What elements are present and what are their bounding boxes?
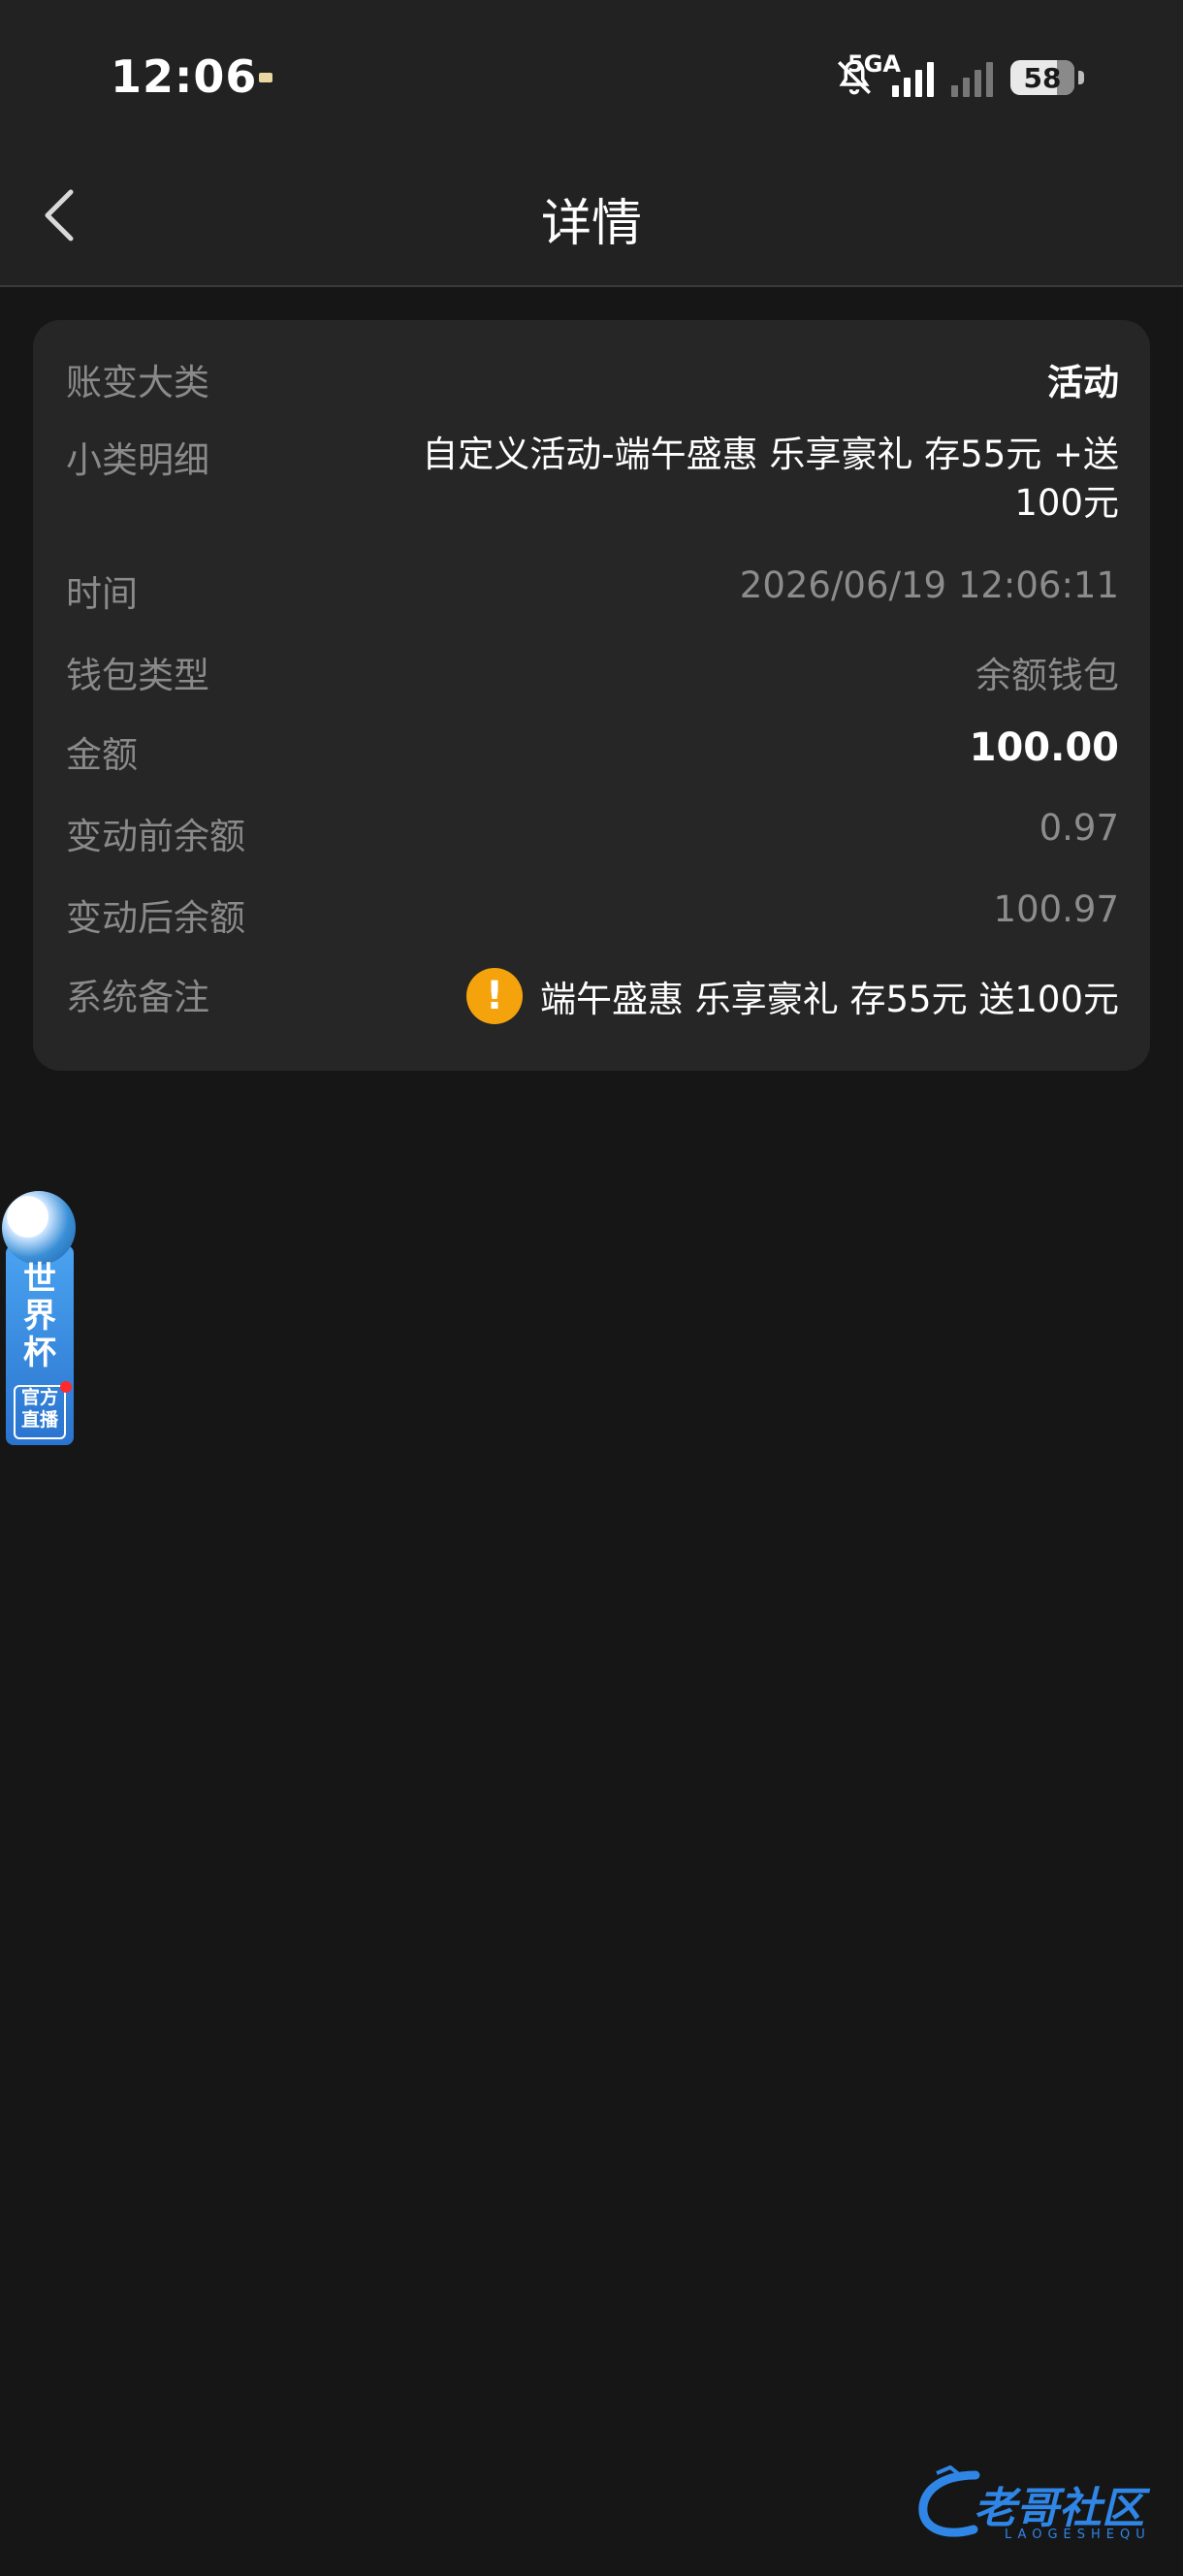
detail-row-time: 时间 2026/06/19 12:06:11 [66, 564, 1119, 617]
detail-value: 端午盛惠 乐享豪礼 存55元 送100元 [540, 979, 1119, 1020]
battery-indicator: 58 [1010, 60, 1084, 95]
signal-secondary-icon [951, 58, 993, 97]
detail-label: 金额 [66, 734, 138, 776]
detail-label: 账变大类 [66, 362, 209, 403]
detail-value: 活动 [1047, 362, 1119, 403]
detail-row-wallet: 钱包类型 余额钱包 [66, 646, 1119, 698]
warning-icon: ! [466, 968, 523, 1024]
detail-label: 变动后余额 [66, 897, 245, 939]
world-cup-floating-button[interactable]: 世界杯 官方直播 [2, 1191, 78, 1445]
battery-level: 58 [1023, 61, 1062, 94]
watermark-logo: 老哥社区 LAOGESHEQU [917, 2465, 1167, 2549]
detail-value: 余额钱包 [975, 655, 1119, 696]
detail-value: 自定义活动-端午盛惠 乐享豪礼 存55元 +送100元 [422, 434, 1119, 524]
remark-value-group: ! 端午盛惠 乐享豪礼 存55元 送100元 [466, 968, 1119, 1024]
status-icons: 58 [834, 54, 1084, 101]
status-time: 12:06 [111, 50, 258, 103]
widget-title: 世界杯 [23, 1260, 56, 1372]
watermark-subtext: LAOGESHEQU [1005, 2528, 1151, 2542]
detail-row-remark: 系统备注 ! 端午盛惠 乐享豪礼 存55元 送100元 [66, 968, 1119, 1024]
header-bar: 详情 [0, 145, 1183, 287]
detail-row-category: 账变大类 活动 [66, 353, 1119, 405]
detail-label: 变动前余额 [66, 816, 245, 857]
detail-row-balance-after: 变动后余额 100.97 [66, 888, 1119, 941]
detail-card: 账变大类 活动 小类明细 自定义活动-端午盛惠 乐享豪礼 存55元 +送100元… [33, 320, 1150, 1071]
detail-label: 小类明细 [66, 439, 209, 481]
detail-value: 0.97 [1039, 807, 1119, 849]
detail-value: 2026/06/19 12:06:11 [739, 564, 1119, 606]
detail-row-subcategory: 小类明细 自定义活动-端午盛惠 乐享豪礼 存55元 +送100元 [66, 431, 1119, 528]
detail-label: 时间 [66, 573, 138, 615]
detail-label: 钱包类型 [66, 655, 209, 696]
detail-label: 系统备注 [66, 977, 209, 1018]
live-dot [60, 1381, 72, 1393]
soccer-ball-icon [2, 1191, 76, 1265]
detail-value: 100.97 [993, 888, 1119, 930]
detail-row-balance-before: 变动前余额 0.97 [66, 807, 1119, 859]
detail-row-amount: 金额 100.00 [66, 725, 1119, 778]
notification-icon [259, 73, 272, 82]
bell-mute-icon [838, 60, 871, 95]
widget-subtitle: 官方直播 [14, 1385, 66, 1439]
watermark-text: 老哥社区 [974, 2484, 1144, 2533]
detail-value: 100.00 [969, 725, 1119, 770]
page-title: 详情 [540, 195, 642, 253]
signal-strength-icon [892, 58, 934, 97]
status-bar: 12:06 5GA 58 [0, 0, 1183, 145]
